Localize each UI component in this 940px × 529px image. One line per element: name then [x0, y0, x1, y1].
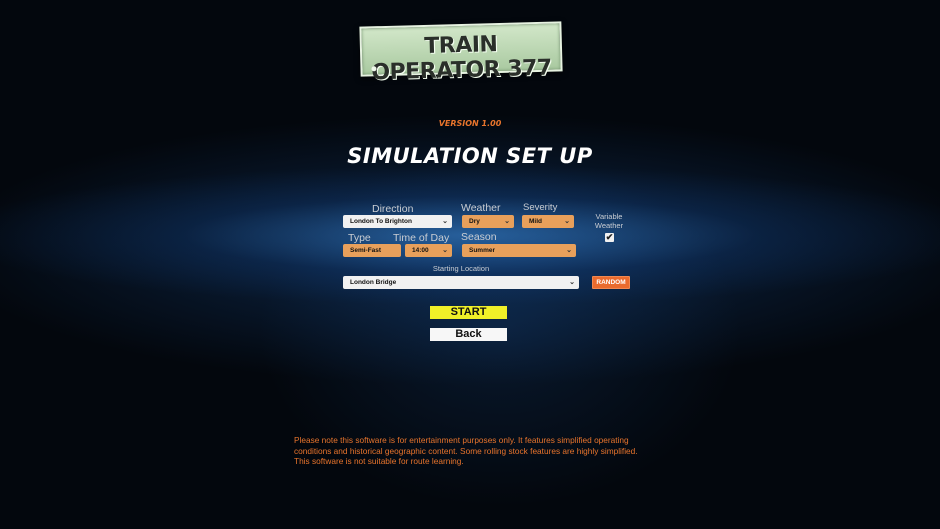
variable-weather-checkbox[interactable]: ✔ — [605, 233, 614, 242]
chevron-down-icon: ⌄ — [442, 247, 448, 254]
severity-label: Severity — [523, 202, 558, 213]
direction-dropdown[interactable]: London To Brighton ⌄ — [343, 215, 452, 228]
version-label: VERSION 1.00 — [438, 119, 502, 128]
season-label: Season — [461, 231, 497, 243]
disclaimer-line: This software is not suitable for route … — [294, 456, 464, 466]
disclaimer-line: conditions and historical geographic con… — [294, 445, 638, 456]
page-title: SIMULATION SET UP — [347, 144, 593, 168]
season-dropdown[interactable]: Summer ⌄ — [462, 244, 576, 257]
chevron-down-icon: ⌄ — [504, 218, 510, 225]
type-dropdown[interactable]: Semi-Fast — [343, 244, 401, 257]
disclaimer-line: Please note this software is for enterta… — [294, 435, 629, 445]
starting-location-label: Starting Location — [432, 264, 490, 273]
chevron-down-icon: ⌄ — [564, 218, 570, 225]
time-of-day-label: Time of Day — [393, 232, 450, 244]
type-label: Type — [348, 232, 371, 244]
severity-dropdown[interactable]: Mild ⌄ — [522, 215, 574, 228]
direction-value: London To Brighton — [350, 218, 412, 225]
direction-label: Direction — [372, 203, 414, 215]
chevron-down-icon: ⌄ — [566, 247, 572, 254]
weather-dropdown[interactable]: Dry ⌄ — [462, 215, 514, 228]
variable-weather-label-line2: Weather — [594, 221, 624, 230]
time-of-day-dropdown[interactable]: 14:00 ⌄ — [405, 244, 452, 257]
starting-location-dropdown[interactable]: London Bridge ⌄ — [343, 276, 579, 289]
season-value: Summer — [469, 247, 496, 254]
weather-value: Dry — [469, 218, 480, 225]
starting-location-value: London Bridge — [350, 279, 397, 286]
disclaimer-text: Please note this software is for enterta… — [294, 435, 684, 467]
random-button[interactable]: RANDOM — [592, 276, 630, 289]
chevron-down-icon: ⌄ — [569, 279, 575, 286]
weather-label: Weather — [461, 202, 501, 214]
type-value: Semi-Fast — [350, 247, 382, 254]
variable-weather-label: Variable Weather — [589, 212, 629, 230]
severity-value: Mild — [529, 218, 542, 225]
chevron-down-icon: ⌄ — [442, 218, 448, 225]
time-of-day-value: 14:00 — [412, 247, 429, 254]
logo-text: TRAIN OPERATOR 377 — [371, 32, 553, 86]
start-button[interactable]: START — [430, 306, 507, 319]
back-button[interactable]: Back — [430, 328, 507, 341]
game-logo: TRAIN OPERATOR 377 — [359, 21, 563, 85]
variable-weather-label-line1: Variable — [595, 212, 623, 221]
